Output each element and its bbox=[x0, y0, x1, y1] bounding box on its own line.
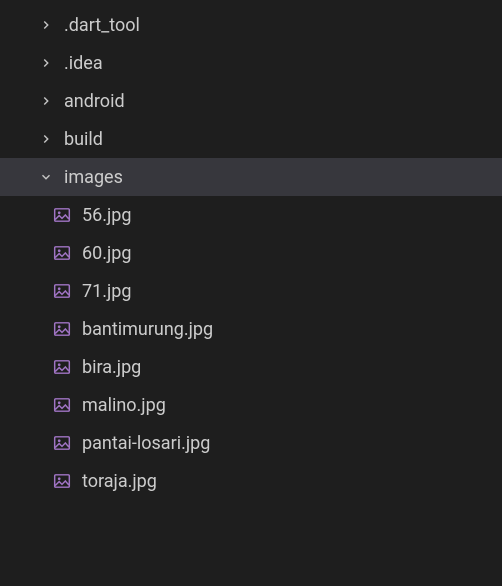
folder-label: android bbox=[64, 91, 125, 112]
file-71-jpg[interactable]: 71.jpg bbox=[0, 272, 502, 310]
folder-label: .idea bbox=[64, 53, 103, 74]
image-icon bbox=[52, 433, 72, 453]
file-bantimurung-jpg[interactable]: bantimurung.jpg bbox=[0, 310, 502, 348]
folder-label: images bbox=[64, 167, 123, 188]
file-60-jpg[interactable]: 60.jpg bbox=[0, 234, 502, 272]
file-toraja-jpg[interactable]: toraja.jpg bbox=[0, 462, 502, 500]
file-label: toraja.jpg bbox=[82, 471, 157, 492]
file-label: 71.jpg bbox=[82, 281, 132, 302]
file-bira-jpg[interactable]: bira.jpg bbox=[0, 348, 502, 386]
file-tree: .dart_tool .idea android build bbox=[0, 6, 502, 500]
image-icon bbox=[52, 319, 72, 339]
file-label: 56.jpg bbox=[82, 205, 132, 226]
chevron-down-icon bbox=[36, 167, 56, 187]
image-icon bbox=[52, 395, 72, 415]
folder-build[interactable]: build bbox=[0, 120, 502, 158]
folder-images[interactable]: images bbox=[0, 158, 502, 196]
chevron-right-icon bbox=[36, 53, 56, 73]
file-label: bantimurung.jpg bbox=[82, 319, 213, 340]
image-icon bbox=[52, 471, 72, 491]
image-icon bbox=[52, 357, 72, 377]
file-label: bira.jpg bbox=[82, 357, 141, 378]
image-icon bbox=[52, 281, 72, 301]
file-label: malino.jpg bbox=[82, 395, 166, 416]
file-label: pantai-losari.jpg bbox=[82, 433, 210, 454]
folder-idea[interactable]: .idea bbox=[0, 44, 502, 82]
file-malino-jpg[interactable]: malino.jpg bbox=[0, 386, 502, 424]
folder-android[interactable]: android bbox=[0, 82, 502, 120]
folder-label: .dart_tool bbox=[64, 15, 140, 36]
chevron-right-icon bbox=[36, 15, 56, 35]
file-label: 60.jpg bbox=[82, 243, 132, 264]
file-pantai-losari-jpg[interactable]: pantai-losari.jpg bbox=[0, 424, 502, 462]
folder-label: build bbox=[64, 129, 103, 150]
image-icon bbox=[52, 243, 72, 263]
chevron-right-icon bbox=[36, 129, 56, 149]
file-56-jpg[interactable]: 56.jpg bbox=[0, 196, 502, 234]
image-icon bbox=[52, 205, 72, 225]
folder-dart-tool[interactable]: .dart_tool bbox=[0, 6, 502, 44]
chevron-right-icon bbox=[36, 91, 56, 111]
